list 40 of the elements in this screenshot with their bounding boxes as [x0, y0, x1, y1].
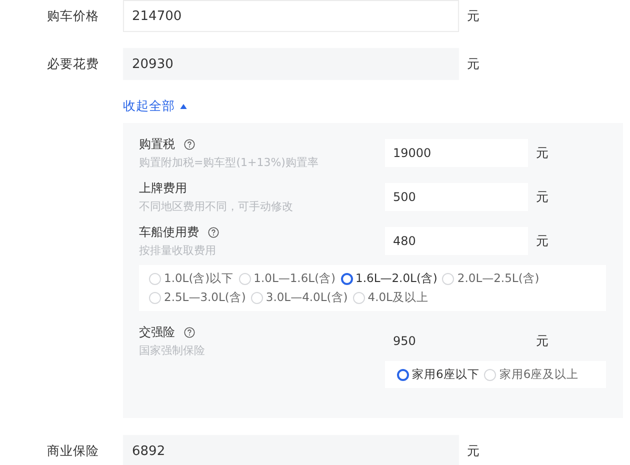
amount-field[interactable]: 20930: [123, 48, 459, 80]
radio-icon[interactable]: [397, 368, 409, 380]
amount-field[interactable]: 500: [385, 183, 528, 211]
collapse-link[interactable]: 收起全部: [123, 98, 187, 114]
help-icon[interactable]: [208, 227, 219, 238]
radio-option[interactable]: 3.0L—4.0L(含): [250, 290, 348, 305]
fee-hint: 国家强制保险: [139, 343, 206, 358]
fee-label: 上牌费用: [139, 180, 187, 197]
amount-field[interactable]: 6892: [123, 435, 459, 465]
field-label: 商业保险: [46, 442, 100, 460]
amount-field[interactable]: 480: [385, 227, 528, 255]
help-icon[interactable]: [184, 139, 195, 150]
help-icon[interactable]: [184, 327, 195, 338]
unit-label: 元: [536, 144, 549, 162]
unit-label: 元: [467, 56, 480, 72]
radio-icon[interactable]: [340, 272, 353, 284]
unit-label: 元: [536, 332, 549, 350]
unit-label: 元: [467, 442, 480, 460]
amount-field[interactable]: 19000: [385, 139, 528, 167]
radio-option[interactable]: 1.0L(含)以下: [149, 271, 234, 286]
unit-label: 元: [536, 232, 549, 250]
radio-option[interactable]: 1.6L—2.0L(含): [340, 271, 438, 286]
radio-option[interactable]: 4.0L及以上: [352, 290, 428, 305]
fee-hint: 按排量收取费用: [139, 243, 217, 258]
unit-label: 元: [536, 188, 549, 206]
caret-icon: [180, 104, 187, 108]
radio-option[interactable]: 1.0L—1.6L(含): [238, 271, 336, 286]
fee-label: 车船使用费: [139, 224, 199, 241]
radio-option[interactable]: 2.0L—2.5L(含): [442, 271, 540, 286]
field-label: 购车价格: [46, 8, 100, 24]
radio-option[interactable]: 2.5L—3.0L(含): [149, 290, 246, 305]
field-label: 必要花费: [46, 56, 100, 72]
fee-hint: 购置附加税=购车型(1+13%)购置率: [139, 155, 320, 170]
amount-field[interactable]: 214700: [123, 0, 459, 32]
unit-label: 元: [467, 8, 480, 24]
fee-hint: 不同地区费用不同，可手动修改: [139, 199, 294, 214]
radio-option[interactable]: 家用6座以下: [397, 367, 480, 382]
radio-option[interactable]: 家用6座及以上: [484, 367, 579, 382]
fee-label: 购置税: [139, 136, 175, 153]
fee-label: 交强险: [139, 324, 175, 341]
